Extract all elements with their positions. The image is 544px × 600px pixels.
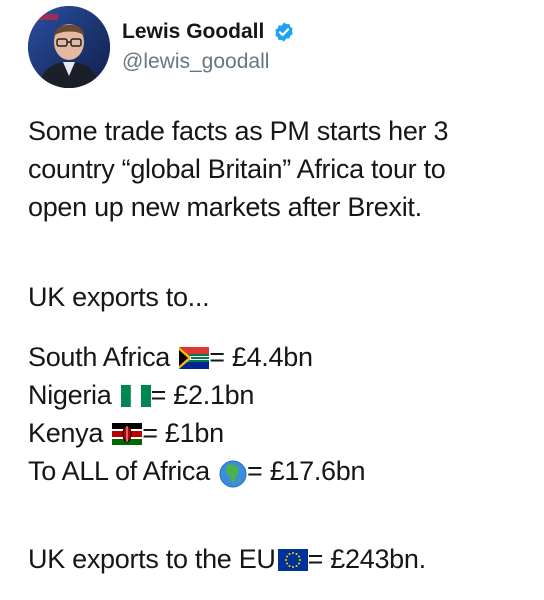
avatar[interactable]: [28, 6, 110, 88]
export-value: = £1bn: [142, 418, 224, 448]
export-row-kenya: Kenya = £1bn: [28, 414, 224, 455]
intro-line: Some trade facts as PM starts her 3: [28, 116, 449, 146]
export-value: = £243bn.: [307, 544, 426, 574]
verified-badge-icon: [273, 21, 295, 43]
export-value: = £4.4bn: [209, 342, 313, 372]
country-label: Nigeria: [28, 380, 112, 410]
south-africa-flag-icon: [179, 341, 210, 379]
export-value: = £2.1bn: [150, 380, 255, 410]
author-handle[interactable]: @lewis_goodall: [122, 50, 269, 74]
author-name[interactable]: Lewis Goodall: [122, 20, 264, 44]
export-row-africa: To ALL of Africa = £17.6bn: [28, 452, 366, 493]
exports-heading: UK exports to...: [28, 282, 210, 312]
intro-line: country “global Britain” Africa tour to: [28, 154, 446, 184]
author-name-row: Lewis Goodall: [122, 20, 295, 44]
kenya-flag-icon: [112, 417, 143, 455]
tweet-header: Lewis Goodall @lewis_goodall: [28, 6, 528, 90]
export-row-nigeria: Nigeria = £2.1bn: [28, 376, 254, 417]
eu-flag-icon: [277, 543, 308, 581]
country-label: Kenya: [28, 418, 104, 448]
export-value: = £17.6bn: [247, 456, 366, 486]
intro-line: open up new markets after Brexit.: [28, 192, 422, 222]
export-row-eu: UK exports to the EU = £243bn.: [28, 540, 426, 581]
country-label: South Africa: [28, 342, 170, 372]
globe-africa-icon: [219, 455, 247, 493]
nigeria-flag-icon: [120, 379, 151, 417]
tweet-intro: Some trade facts as PM starts her 3 coun…: [28, 112, 448, 226]
country-label: To ALL of Africa: [28, 456, 210, 486]
export-row-south-africa: South Africa = £4.4bn: [28, 338, 313, 379]
eu-label: UK exports to the EU: [28, 544, 276, 574]
